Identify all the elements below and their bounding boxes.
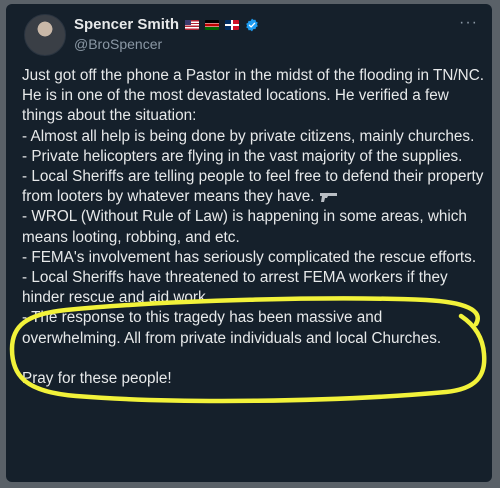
tweet-bullet: - The response to this tragedy has been …: [22, 309, 442, 347]
tweet-bullet: - FEMA's involvement has seriously compl…: [22, 248, 477, 266]
tweet-bullet: - Private helicopters are flying in the …: [22, 147, 463, 165]
verified-badge-icon: [246, 18, 258, 31]
us-flag-icon: [185, 19, 200, 30]
dominican-republic-flag-icon: [225, 19, 240, 30]
tweet-closing: Pray for these people!: [22, 369, 172, 387]
author-row: Spencer Smith: [74, 16, 259, 33]
tweet-card: Spencer Smith @BroSpencer ··· Just got o…: [6, 4, 492, 482]
tweet-paragraph: Just got off the phone a Pastor in the m…: [22, 67, 485, 125]
more-options-icon[interactable]: ···: [459, 14, 478, 32]
pistol-icon: [319, 193, 337, 203]
author-handle[interactable]: @BroSpencer: [74, 36, 162, 52]
kenya-flag-icon: [205, 19, 220, 30]
avatar[interactable]: [24, 14, 66, 56]
tweet-bullet: - Local Sheriffs are telling people to f…: [22, 167, 484, 207]
display-name[interactable]: Spencer Smith: [74, 16, 179, 33]
tweet-bullet: - Almost all help is being done by priva…: [22, 127, 475, 145]
tweet-bullet-text: - Local Sheriffs are telling people to f…: [22, 168, 484, 206]
tweet-bullet-highlighted: - Local Sheriffs have threatened to arre…: [22, 269, 448, 307]
tweet-text: Just got off the phone a Pastor in the m…: [22, 66, 484, 389]
tweet-bullet: - WROL (Without Rule of Law) is happenin…: [22, 208, 467, 246]
